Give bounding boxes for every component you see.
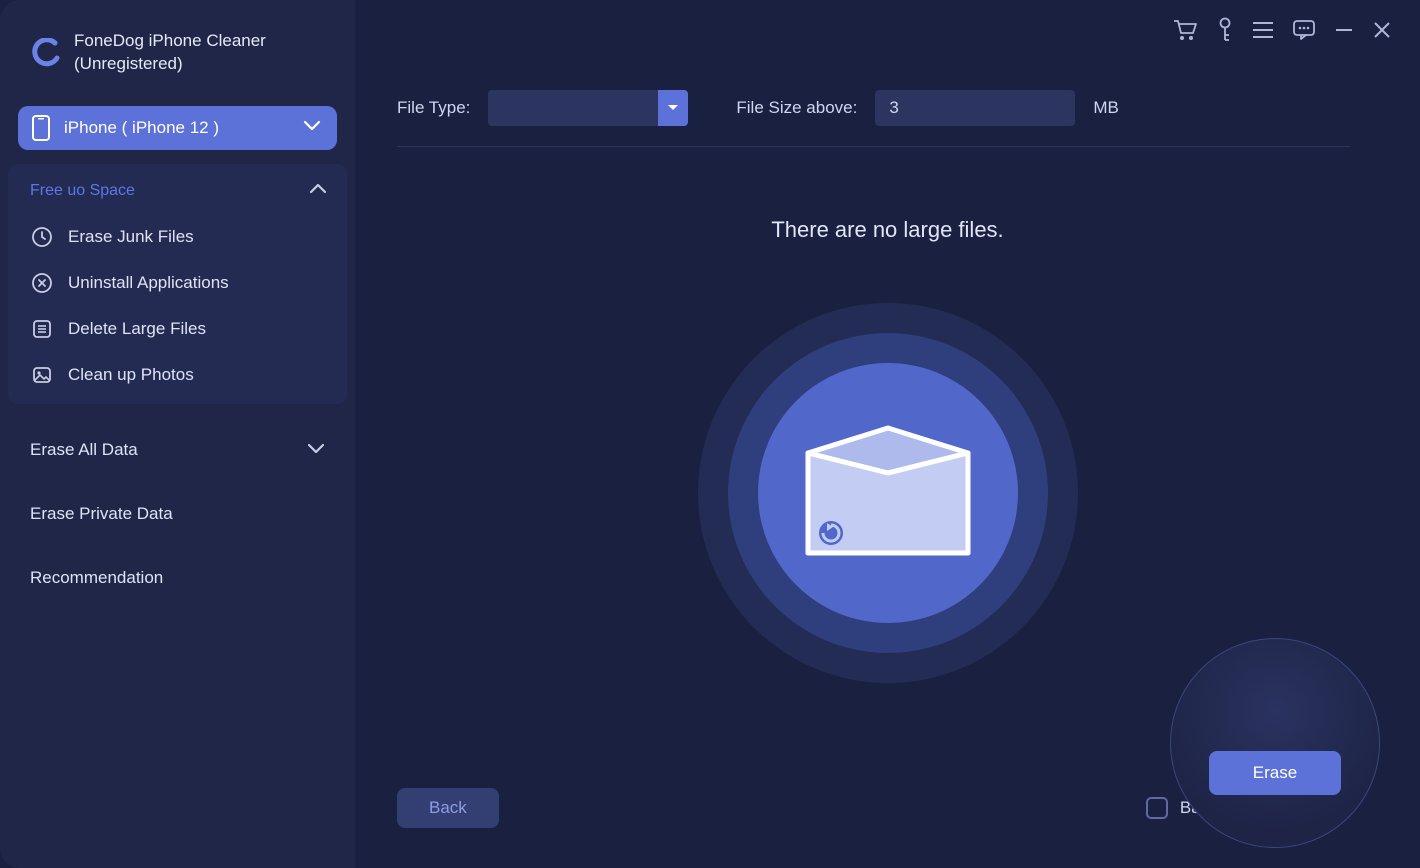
sidebar-item-erase-junk[interactable]: Erase Junk Files <box>8 214 347 260</box>
sidebar-item-label: Recommendation <box>30 568 325 588</box>
file-list-icon <box>30 318 54 340</box>
sidebar-header: FoneDog iPhone Cleaner (Unregistered) <box>0 20 355 96</box>
back-button[interactable]: Back <box>397 788 499 828</box>
sidebar-item-clean-photos[interactable]: Clean up Photos <box>8 352 347 398</box>
sidebar: FoneDog iPhone Cleaner (Unregistered) iP… <box>0 0 355 868</box>
device-label: iPhone ( iPhone 12 ) <box>64 118 303 138</box>
nav-group-free-space: Free uo Space Erase Junk Files Uninstall… <box>8 164 347 404</box>
empty-state-message: There are no large files. <box>771 217 1003 243</box>
sidebar-item-label: Uninstall Applications <box>68 273 229 293</box>
uninstall-icon <box>30 272 54 294</box>
sidebar-item-label: Delete Large Files <box>68 319 206 339</box>
minimize-button[interactable] <box>1334 20 1354 40</box>
sidebar-item-uninstall[interactable]: Uninstall Applications <box>8 260 347 306</box>
box-icon <box>793 413 983 573</box>
sidebar-item-delete-large[interactable]: Delete Large Files <box>8 306 347 352</box>
dropdown-arrow-icon <box>658 90 688 126</box>
clock-icon <box>30 226 54 248</box>
app-title-line2: (Unregistered) <box>74 53 266 76</box>
file-size-input[interactable] <box>875 90 1075 126</box>
filter-row: File Type: File Size above: MB <box>355 60 1420 146</box>
phone-icon <box>32 115 50 141</box>
chevron-down-icon <box>303 119 321 137</box>
chevron-up-icon <box>309 182 327 200</box>
file-type-label: File Type: <box>397 98 470 118</box>
erase-action-ring: Erase <box>1170 638 1380 848</box>
chevron-down-icon <box>307 440 325 460</box>
sidebar-item-label: Clean up Photos <box>68 365 194 385</box>
photo-icon <box>30 364 54 386</box>
empty-state-illustration <box>698 303 1078 683</box>
device-selector[interactable]: iPhone ( iPhone 12 ) <box>18 106 337 150</box>
close-button[interactable] <box>1372 20 1392 40</box>
app-title-line1: FoneDog iPhone Cleaner <box>74 30 266 53</box>
main-panel: File Type: File Size above: MB There are… <box>355 0 1420 868</box>
menu-icon[interactable] <box>1252 21 1274 39</box>
file-size-unit: MB <box>1093 98 1119 118</box>
file-size-label: File Size above: <box>736 98 857 118</box>
nav-group-free-space-header[interactable]: Free uo Space <box>8 168 347 214</box>
erase-button[interactable]: Erase <box>1209 751 1341 795</box>
file-type-select[interactable] <box>488 90 688 126</box>
key-icon[interactable] <box>1216 17 1234 43</box>
sidebar-item-label: Erase Junk Files <box>68 227 194 247</box>
app-title: FoneDog iPhone Cleaner (Unregistered) <box>74 30 266 76</box>
sidebar-item-label: Erase Private Data <box>30 504 325 524</box>
titlebar <box>355 0 1420 60</box>
feedback-icon[interactable] <box>1292 19 1316 41</box>
cart-icon[interactable] <box>1172 18 1198 42</box>
app-logo-icon <box>30 36 64 70</box>
nav-group-free-space-label: Free uo Space <box>30 182 309 200</box>
sidebar-item-erase-private[interactable]: Erase Private Data <box>0 482 355 546</box>
sidebar-item-erase-all[interactable]: Erase All Data <box>0 418 355 482</box>
sidebar-item-recommendation[interactable]: Recommendation <box>0 546 355 610</box>
checkbox-icon <box>1146 797 1168 819</box>
sidebar-item-label: Erase All Data <box>30 440 307 460</box>
app-root: FoneDog iPhone Cleaner (Unregistered) iP… <box>0 0 1420 868</box>
